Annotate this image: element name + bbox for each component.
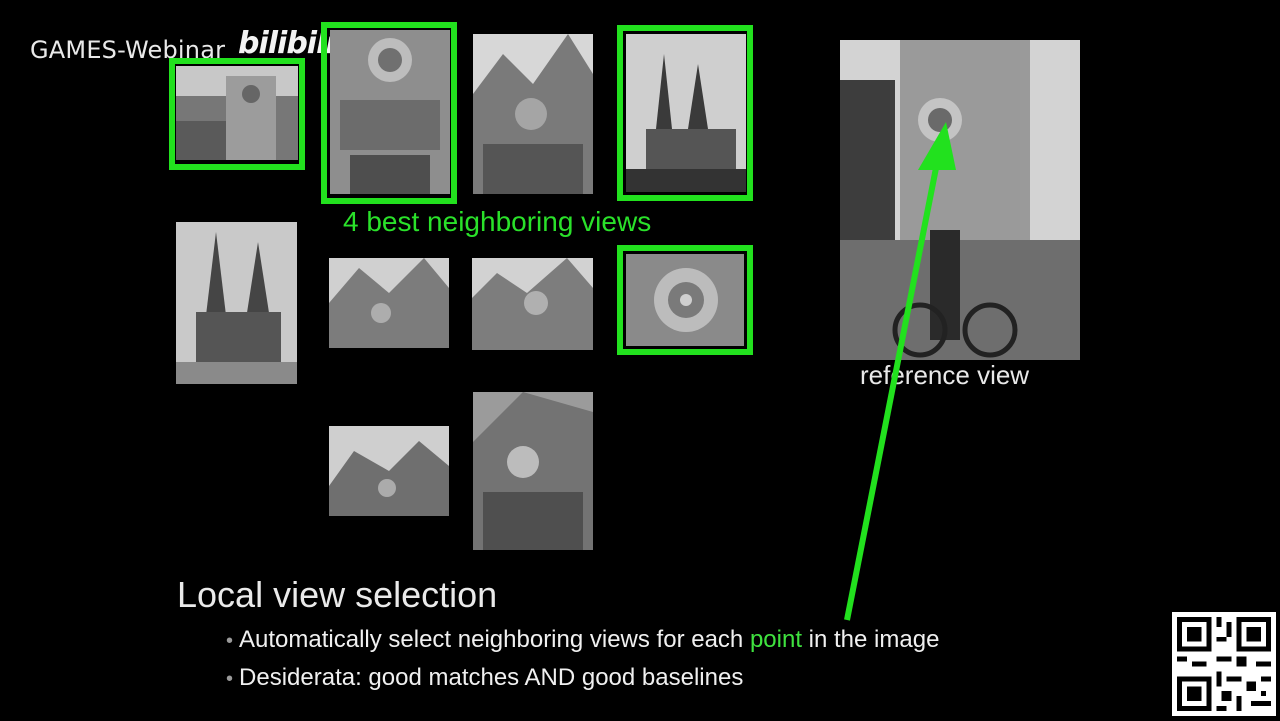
bullet-dot-icon: • [226, 668, 234, 690]
bullet-1-accent: point [749, 626, 802, 653]
bullet-1-post: in the image [802, 626, 940, 653]
bullet-2-pre: Desiderata: good matches AND good baseli… [239, 664, 744, 691]
section-title: Local view selection [177, 574, 498, 615]
qr-code-icon [1172, 612, 1276, 716]
bullet-dot-icon: • [226, 630, 234, 652]
bullet-1-pre: Automatically select neighboring views f… [239, 626, 750, 653]
bullet-1: • Automatically select neighboring views … [226, 626, 939, 654]
bullet-2: • Desiderata: good matches AND good basel… [226, 664, 743, 692]
